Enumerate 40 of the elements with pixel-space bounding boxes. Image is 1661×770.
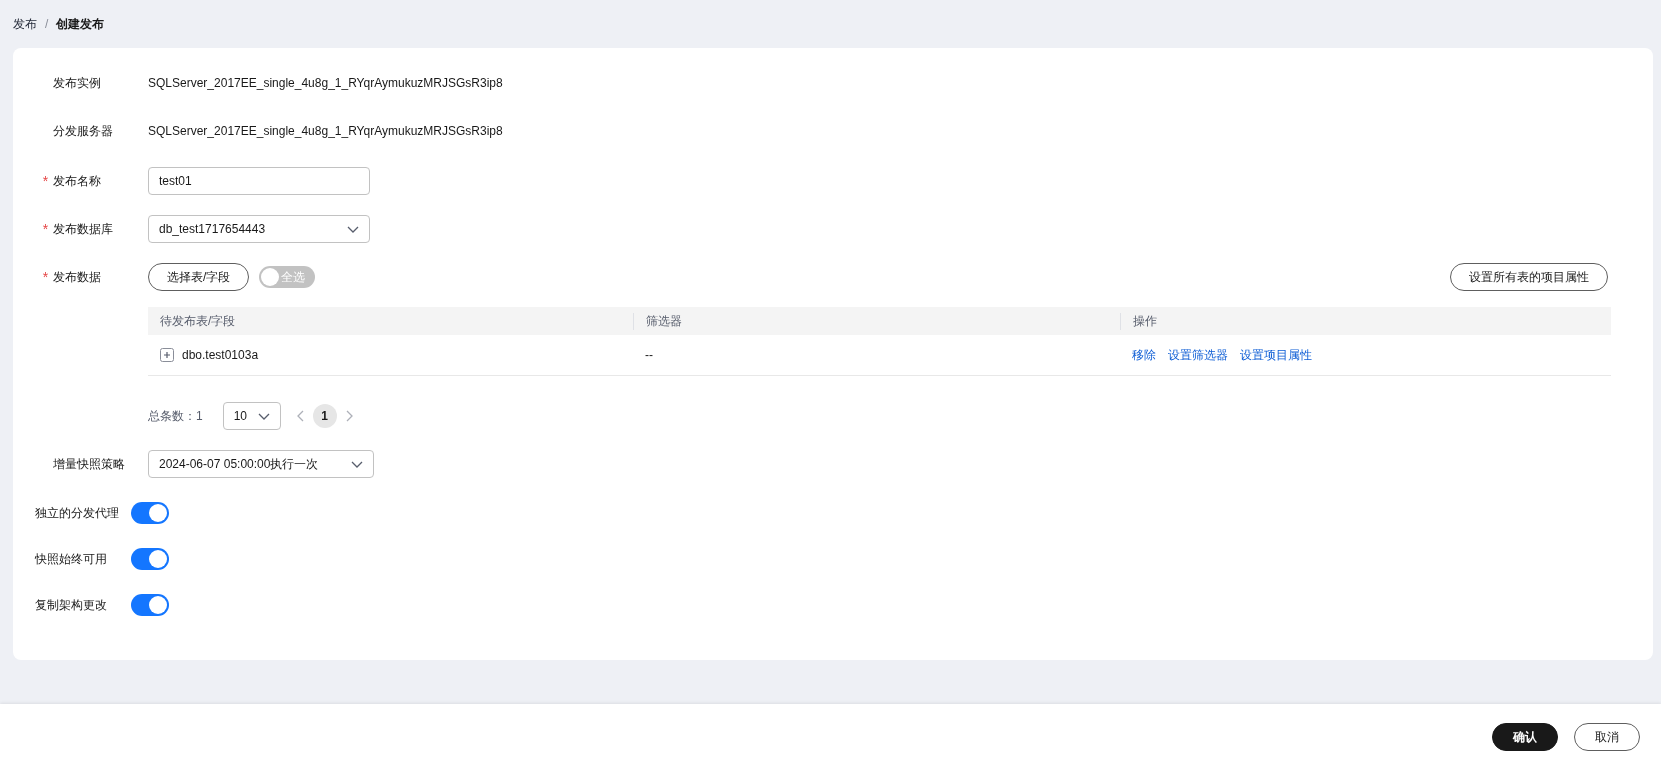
field-label: 发布数据库 (53, 220, 113, 238)
total-count: 1 (196, 409, 203, 423)
field-label: 复制架构更改 (35, 597, 108, 614)
field-label: 发布数据 (53, 268, 101, 286)
action-link[interactable]: 设置筛选器 (1168, 346, 1228, 364)
cancel-button[interactable]: 取消 (1574, 723, 1640, 751)
field-label: 发布名称 (53, 172, 101, 190)
set-all-properties-button[interactable]: 设置所有表的项目属性 (1450, 263, 1608, 291)
page-button[interactable]: 1 (312, 404, 337, 428)
column-header: 待发布表/字段 (159, 312, 237, 330)
select-field[interactable]: db_test1717654443 (148, 215, 370, 243)
column-header: 筛选器 (633, 312, 1120, 330)
toggle-switch[interactable] (131, 548, 169, 570)
table-cell-text: -- (644, 348, 654, 362)
required-mark: * (41, 221, 50, 237)
select-field[interactable]: 2024-06-07 05:00:00执行一次 (148, 450, 374, 478)
field-label: 增量快照策略 (53, 455, 125, 473)
field-label: 发布实例 (53, 74, 101, 92)
field-label: 快照始终可用 (35, 551, 108, 568)
expand-icon[interactable] (160, 348, 174, 362)
field-value: SQLServer_2017EE_single_4u8g_1_RYqrAymukuzMRJSGsR3ip8 (148, 76, 503, 90)
field-label: 分发服务器 (53, 122, 113, 140)
action-link[interactable]: 设置项目属性 (1240, 346, 1312, 364)
table-cell: dbo.test0103a (182, 348, 259, 362)
column-header: 操作 (1120, 312, 1611, 330)
breadcrumb-item: 创建发布 (56, 15, 105, 33)
toggle-switch[interactable] (131, 594, 169, 616)
breadcrumb-separator: / (45, 17, 49, 31)
field-label: 独立的分发代理 (35, 505, 120, 522)
required-mark: * (41, 269, 50, 285)
required-mark: * (41, 173, 50, 189)
toggle-switch[interactable] (131, 502, 169, 524)
breadcrumb-item[interactable]: 发布 (13, 15, 37, 33)
total-count-label: 总条数： (148, 407, 196, 425)
name-input[interactable]: test01 (148, 167, 370, 195)
page-size-select[interactable]: 10 (222, 402, 281, 430)
field-value: SQLServer_2017EE_single_4u8g_1_RYqrAymukuzMRJSGsR3ip8 (148, 124, 503, 138)
confirm-button[interactable]: 确认 (1492, 723, 1558, 751)
select-table-button[interactable]: 选择表/字段 (148, 263, 250, 291)
action-link[interactable]: 移除 (1132, 346, 1156, 364)
